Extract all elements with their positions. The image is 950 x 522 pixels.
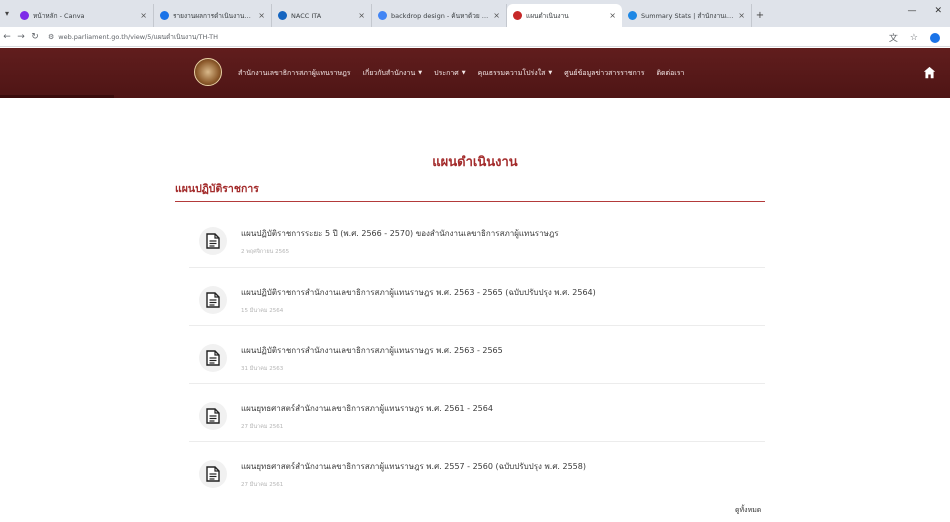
chevron-down-icon: ▼	[548, 70, 553, 76]
browser-tab-bar: ▾ หน้าหลัก - Canva × รายงานผลการดำเนินงานต…	[0, 0, 950, 27]
list-item[interactable]: แผนปฏิบัติราชการระยะ 5 ปี (พ.ศ. 2566 - 2…	[189, 209, 765, 267]
new-tab-button[interactable]: +	[752, 4, 768, 27]
tab-close-icon[interactable]: ×	[358, 11, 365, 20]
tab-favicon-icon	[278, 11, 287, 20]
nav-item-label: เกี่ยวกับสำนักงาน	[362, 68, 416, 77]
home-icon[interactable]	[923, 66, 936, 79]
list-item[interactable]: แผนปฏิบัติราชการสำนักงานเลขาธิการสภาผู้แ…	[189, 267, 765, 325]
section-title: แผนปฏิบัติราชการ	[175, 183, 259, 195]
document-icon	[199, 460, 227, 488]
list-item-text: แผนปฏิบัติราชการสำนักงานเลขาธิการสภาผู้แ…	[241, 286, 596, 315]
document-date: 2 พฤศจิกายน 2565	[241, 249, 290, 255]
tab-close-icon[interactable]: ×	[738, 11, 745, 20]
list-item-text: แผนปฏิบัติราชการสำนักงานเลขาธิการสภาผู้แ…	[241, 344, 503, 373]
nav-item[interactable]: คุณธรรมความโปร่งใส ▼	[478, 68, 553, 79]
browser-tab[interactable]: รายงานผลการดำเนินงานตามแผน ×	[154, 4, 272, 27]
list-item[interactable]: แผนยุทธศาสตร์สำนักงานเลขาธิการสภาผู้แทนร…	[189, 441, 765, 499]
tab-favicon-icon	[513, 11, 522, 20]
nav-item-label: ติดต่อเรา	[656, 68, 685, 77]
nav-item-label: ศูนย์ข้อมูลข่าวสารราชการ	[564, 68, 645, 77]
nav-item[interactable]: ประกาศ ▼	[434, 68, 465, 79]
document-icon	[199, 344, 227, 372]
document-title-link[interactable]: แผนปฏิบัติราชการระยะ 5 ปี (พ.ศ. 2566 - 2…	[241, 227, 559, 240]
nav-item[interactable]: ศูนย์ข้อมูลข่าวสารราชการ	[564, 68, 644, 79]
tab-title: หน้าหลัก - Canva	[33, 11, 85, 20]
tab-favicon-icon	[628, 11, 637, 20]
tab-favicon-icon	[160, 11, 169, 20]
tab-close-icon[interactable]: ×	[493, 11, 500, 20]
main-nav: สำนักงานเลขาธิการสภาผู้แทนราษฎร เกี่ยวกับ…	[238, 48, 684, 98]
document-title-link[interactable]: แผนยุทธศาสตร์สำนักงานเลขาธิการสภาผู้แทนร…	[241, 460, 586, 473]
header-accent-line	[0, 95, 114, 98]
window-controls: — ✕	[907, 6, 942, 16]
list-item[interactable]: แผนปฏิบัติราชการสำนักงานเลขาธิการสภาผู้แ…	[189, 325, 765, 383]
translate-icon[interactable]: 文	[889, 31, 898, 44]
browser-tab[interactable]: แผนดำเนินงาน ×	[507, 4, 622, 27]
list-item-text: แผนยุทธศาสตร์สำนักงานเลขาธิการสภาผู้แทนร…	[241, 402, 493, 431]
nav-item[interactable]: สำนักงานเลขาธิการสภาผู้แทนราษฎร	[238, 68, 351, 79]
nav-item-label: สำนักงานเลขาธิการสภาผู้แทนราษฎร	[238, 68, 351, 77]
document-date: 27 มีนาคม 2561	[241, 424, 284, 430]
document-icon	[199, 286, 227, 314]
browser-tab[interactable]: backdrop design - ค้นหาด้วย Google ×	[372, 4, 507, 27]
document-list: แผนปฏิบัติราชการระยะ 5 ปี (พ.ศ. 2566 - 2…	[189, 209, 765, 499]
list-item-text: แผนปฏิบัติราชการระยะ 5 ปี (พ.ศ. 2566 - 2…	[241, 227, 559, 256]
document-icon	[199, 402, 227, 430]
back-icon[interactable]: ←	[0, 32, 14, 42]
document-date: 27 มีนาคม 2561	[241, 482, 284, 488]
url-text: web.parliament.go.th/view/5/แผนดำเนินงาน…	[58, 32, 218, 41]
tab-title: backdrop design - ค้นหาด้วย Google	[391, 11, 489, 20]
tab-title: แผนดำเนินงาน	[526, 11, 569, 20]
page-title: แผนดำเนินงาน	[432, 155, 518, 170]
document-date: 31 มีนาคม 2563	[241, 366, 284, 372]
nav-item-label: คุณธรรมความโปร่งใส	[477, 68, 546, 77]
browser-tab[interactable]: หน้าหลัก - Canva ×	[14, 4, 154, 27]
nav-item[interactable]: เกี่ยวกับสำนักงาน ▼	[363, 68, 423, 79]
nav-item[interactable]: ติดต่อเรา	[656, 68, 684, 79]
site-header: สำนักงานเลขาธิการสภาผู้แทนราษฎร เกี่ยวกับ…	[0, 48, 950, 98]
document-title-link[interactable]: แผนยุทธศาสตร์สำนักงานเลขาธิการสภาผู้แทนร…	[241, 402, 493, 415]
browser-tab[interactable]: NACC ITA ×	[272, 4, 372, 27]
nav-item-label: ประกาศ	[434, 68, 459, 77]
document-date: 15 มีนาคม 2564	[241, 308, 284, 314]
chevron-down-icon: ▼	[418, 70, 423, 76]
site-info-icon[interactable]: ⚙	[48, 33, 54, 41]
view-all-link[interactable]: ดูทั้งหมด	[735, 505, 761, 516]
url-field[interactable]: ⚙ web.parliament.go.th/view/5/แผนดำเนินง…	[48, 32, 218, 42]
tab-title: Summary Stats | สำนักงานเลขาธิการ	[641, 11, 734, 20]
section-divider	[175, 201, 765, 202]
tab-favicon-icon	[20, 11, 29, 20]
tab-title: NACC ITA	[291, 11, 322, 20]
document-icon	[199, 227, 227, 255]
reload-icon[interactable]: ↻	[28, 32, 42, 42]
list-item-text: แผนยุทธศาสตร์สำนักงานเลขาธิการสภาผู้แทนร…	[241, 460, 586, 489]
tab-title: รายงานผลการดำเนินงานตามแผน	[173, 11, 254, 20]
profile-avatar[interactable]	[930, 32, 940, 43]
bookmark-star-icon[interactable]: ☆	[910, 33, 918, 43]
browser-tab[interactable]: Summary Stats | สำนักงานเลขาธิการ ×	[622, 4, 752, 27]
chevron-down-icon: ▼	[461, 70, 466, 76]
tab-close-icon[interactable]: ×	[609, 11, 616, 20]
forward-icon[interactable]: →	[14, 32, 28, 42]
tab-favicon-icon	[378, 11, 387, 20]
tab-close-icon[interactable]: ×	[258, 11, 265, 20]
document-title-link[interactable]: แผนปฏิบัติราชการสำนักงานเลขาธิการสภาผู้แ…	[241, 286, 596, 299]
minimize-icon[interactable]: —	[907, 6, 916, 16]
list-item[interactable]: แผนยุทธศาสตร์สำนักงานเลขาธิการสภาผู้แทนร…	[189, 383, 765, 441]
address-bar-actions: 文 ☆	[889, 31, 940, 44]
tab-close-icon[interactable]: ×	[140, 11, 147, 20]
document-title-link[interactable]: แผนปฏิบัติราชการสำนักงานเลขาธิการสภาผู้แ…	[241, 344, 503, 357]
address-bar: ← → ↻ ⚙ web.parliament.go.th/view/5/แผนด…	[0, 27, 950, 47]
tab-search-icon[interactable]: ▾	[0, 0, 14, 27]
close-window-icon[interactable]: ✕	[934, 6, 942, 16]
parliament-logo[interactable]	[194, 58, 222, 86]
